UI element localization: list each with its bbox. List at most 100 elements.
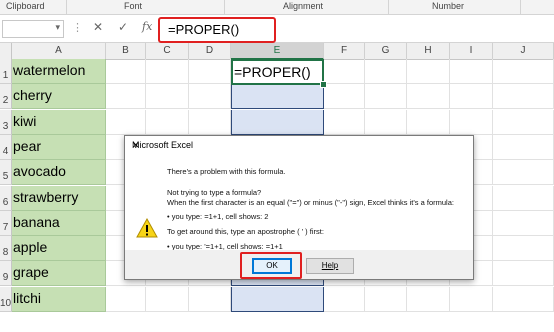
warning-icon — [136, 218, 158, 238]
column-header-g[interactable]: G — [365, 43, 407, 60]
cell-h10[interactable] — [407, 287, 450, 312]
dialog-message-workaround: To get around this, type an apostrophe (… — [167, 227, 324, 236]
cell-a8[interactable]: apple — [12, 236, 106, 261]
cell-j10[interactable] — [493, 287, 554, 312]
row-header-1[interactable]: 1 — [0, 59, 12, 84]
active-cell-value: =PROPER() — [234, 64, 311, 80]
cell-e2[interactable] — [231, 84, 324, 109]
row-header-6[interactable]: 6 — [0, 186, 12, 211]
cell-j6[interactable] — [493, 186, 554, 211]
row-header-4[interactable]: 4 — [0, 135, 12, 160]
cell-j7[interactable] — [493, 211, 554, 236]
row-header-2[interactable]: 2 — [0, 84, 12, 109]
cell-h2[interactable] — [407, 84, 450, 109]
cell-i1[interactable] — [450, 59, 493, 84]
cell-a7[interactable]: banana — [12, 211, 106, 236]
close-icon[interactable]: ✕ — [93, 20, 103, 34]
cell-a9[interactable]: grape — [12, 261, 106, 286]
cell-a3[interactable]: kiwi — [12, 110, 106, 135]
row-header-9[interactable]: 9 — [0, 261, 12, 286]
dialog-message-explanation: When the first character is an equal ("=… — [167, 198, 454, 207]
ribbon-group-clipboard: Clipboard — [6, 1, 45, 11]
cell-c1[interactable] — [146, 59, 189, 84]
cell-h3[interactable] — [407, 110, 450, 135]
cell-d10[interactable] — [189, 287, 231, 312]
cell-text: cherry — [13, 87, 52, 103]
close-icon[interactable]: ✕ — [132, 140, 465, 151]
cell-c10[interactable] — [146, 287, 189, 312]
formula-text: =PROPER() — [168, 22, 240, 37]
insert-function-icon[interactable]: fx — [142, 20, 152, 33]
cell-f10[interactable] — [324, 287, 365, 312]
cell-d2[interactable] — [189, 84, 231, 109]
cell-i3[interactable] — [450, 110, 493, 135]
cell-a2[interactable]: cherry — [12, 84, 106, 109]
cell-j1[interactable] — [493, 59, 554, 84]
cell-g2[interactable] — [365, 84, 407, 109]
cell-g1[interactable] — [365, 59, 407, 84]
cell-g3[interactable] — [365, 110, 407, 135]
ribbon-group-number: Number — [432, 1, 465, 11]
cell-j8[interactable] — [493, 236, 554, 261]
column-header-d[interactable]: D — [189, 43, 231, 60]
dialog-example-1: • you type: =1+1, cell shows: 2 — [167, 212, 269, 221]
name-box[interactable]: ▾ — [2, 20, 64, 38]
cell-f2[interactable] — [324, 84, 365, 109]
cell-e10[interactable] — [231, 287, 324, 312]
active-cell-e1[interactable]: =PROPER() — [231, 59, 324, 85]
cell-j5[interactable] — [493, 160, 554, 185]
formula-input[interactable]: =PROPER() — [158, 17, 276, 43]
more-options-icon[interactable]: ⋮ — [72, 21, 83, 34]
column-header-a[interactable]: A — [12, 43, 106, 60]
cell-d1[interactable] — [189, 59, 231, 84]
row-header-10[interactable]: 10 — [0, 287, 12, 312]
cell-f3[interactable] — [324, 110, 365, 135]
cell-text: apple — [13, 239, 48, 255]
row-header-5[interactable]: 5 — [0, 160, 12, 185]
cell-i2[interactable] — [450, 84, 493, 109]
cell-d3[interactable] — [189, 110, 231, 135]
cell-j2[interactable] — [493, 84, 554, 109]
cell-b10[interactable] — [106, 287, 146, 312]
cell-a1[interactable]: watermelon — [12, 59, 106, 84]
cell-b1[interactable] — [106, 59, 146, 84]
chevron-down-icon[interactable]: ▾ — [55, 22, 60, 33]
formula-bar: ▾ ⋮ ✕ ✓ fx =PROPER() — [0, 15, 554, 43]
check-icon[interactable]: ✓ — [118, 20, 128, 34]
select-all-corner[interactable] — [0, 43, 12, 60]
column-header-b[interactable]: B — [106, 43, 146, 60]
cell-j4[interactable] — [493, 135, 554, 160]
cell-text: watermelon — [13, 62, 86, 78]
fill-handle[interactable] — [320, 81, 327, 88]
row-header-7[interactable]: 7 — [0, 211, 12, 236]
cell-c2[interactable] — [146, 84, 189, 109]
cell-j3[interactable] — [493, 110, 554, 135]
dialog-message-problem: There's a problem with this formula. — [167, 167, 286, 176]
cell-j9[interactable] — [493, 261, 554, 286]
column-header-e[interactable]: E — [231, 43, 324, 60]
row-header-3[interactable]: 3 — [0, 110, 12, 135]
cell-a6[interactable]: strawberry — [12, 186, 106, 211]
help-button[interactable]: Help — [306, 258, 354, 274]
column-header-j[interactable]: J — [493, 43, 554, 60]
dialog-titlebar: Microsoft Excel ✕ — [125, 136, 473, 156]
cell-a4[interactable]: pear — [12, 135, 106, 160]
cell-b2[interactable] — [106, 84, 146, 109]
column-header-f[interactable]: F — [324, 43, 365, 60]
cell-a5[interactable]: avocado — [12, 160, 106, 185]
cell-text: banana — [13, 214, 60, 230]
help-button-label: Help — [321, 261, 339, 270]
column-header-c[interactable]: C — [146, 43, 189, 60]
cell-e3[interactable] — [231, 110, 324, 135]
column-header-i[interactable]: I — [450, 43, 493, 60]
cell-f1[interactable] — [324, 59, 365, 84]
cell-a10[interactable]: litchi — [12, 287, 106, 312]
cell-h1[interactable] — [407, 59, 450, 84]
column-header-h[interactable]: H — [407, 43, 450, 60]
cell-i10[interactable] — [450, 287, 493, 312]
cell-g10[interactable] — [365, 287, 407, 312]
cell-b3[interactable] — [106, 110, 146, 135]
ribbon-group-labels: Clipboard Font Alignment Number — [0, 0, 554, 15]
cell-c3[interactable] — [146, 110, 189, 135]
row-header-8[interactable]: 8 — [0, 236, 12, 261]
